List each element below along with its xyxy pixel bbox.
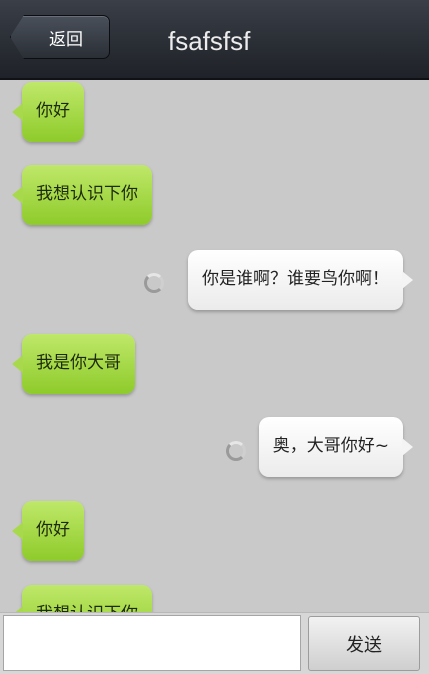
incoming-message-bubble[interactable]: 我想认识下你 — [22, 585, 152, 612]
message-list[interactable]: 你好 我想认识下你 你是谁啊？谁要鸟你啊！ 我是你大哥 奥，大哥你好~ 你好 — [0, 80, 429, 612]
sending-spinner-icon — [226, 441, 246, 461]
incoming-message-bubble[interactable]: 我是你大哥 — [22, 334, 135, 394]
composer-bar: 发送 — [0, 612, 429, 674]
message-text: 奥，大哥你好~ — [272, 436, 389, 456]
message-item: 你是谁啊？谁要鸟你啊！ — [188, 250, 403, 310]
message-item: 奥，大哥你好~ — [258, 417, 403, 477]
outgoing-message-bubble[interactable]: 奥，大哥你好~ — [258, 417, 403, 477]
title-bar: 返回 fsafsfsf — [0, 0, 429, 80]
page-title: fsafsfsf — [168, 26, 251, 56]
message-item: 你好 — [22, 82, 84, 142]
message-text: 我是你大哥 — [36, 353, 121, 373]
incoming-message-bubble[interactable]: 你好 — [22, 82, 84, 142]
message-text: 我想认识下你 — [36, 184, 138, 204]
message-item: 我想认识下你 — [22, 165, 152, 225]
message-input[interactable] — [3, 615, 301, 671]
chat-screen: 返回 fsafsfsf 你好 我想认识下你 你是谁啊？谁要鸟你啊！ 我是你大哥 — [0, 0, 429, 674]
message-text: 你好 — [36, 101, 70, 121]
back-button[interactable]: 返回 — [10, 15, 110, 59]
message-item: 你好 — [22, 501, 84, 561]
message-text: 你是谁啊？谁要鸟你啊！ — [202, 269, 389, 289]
message-text: 你好 — [36, 520, 70, 540]
sending-spinner-icon — [144, 273, 164, 293]
send-button[interactable]: 发送 — [308, 616, 420, 671]
message-item: 我是你大哥 — [22, 334, 135, 394]
message-text: 我想认识下你 — [36, 604, 138, 612]
incoming-message-bubble[interactable]: 你好 — [22, 501, 84, 561]
outgoing-message-bubble[interactable]: 你是谁啊？谁要鸟你啊！ — [188, 250, 403, 310]
incoming-message-bubble[interactable]: 我想认识下你 — [22, 165, 152, 225]
message-item: 我想认识下你 — [22, 585, 152, 612]
